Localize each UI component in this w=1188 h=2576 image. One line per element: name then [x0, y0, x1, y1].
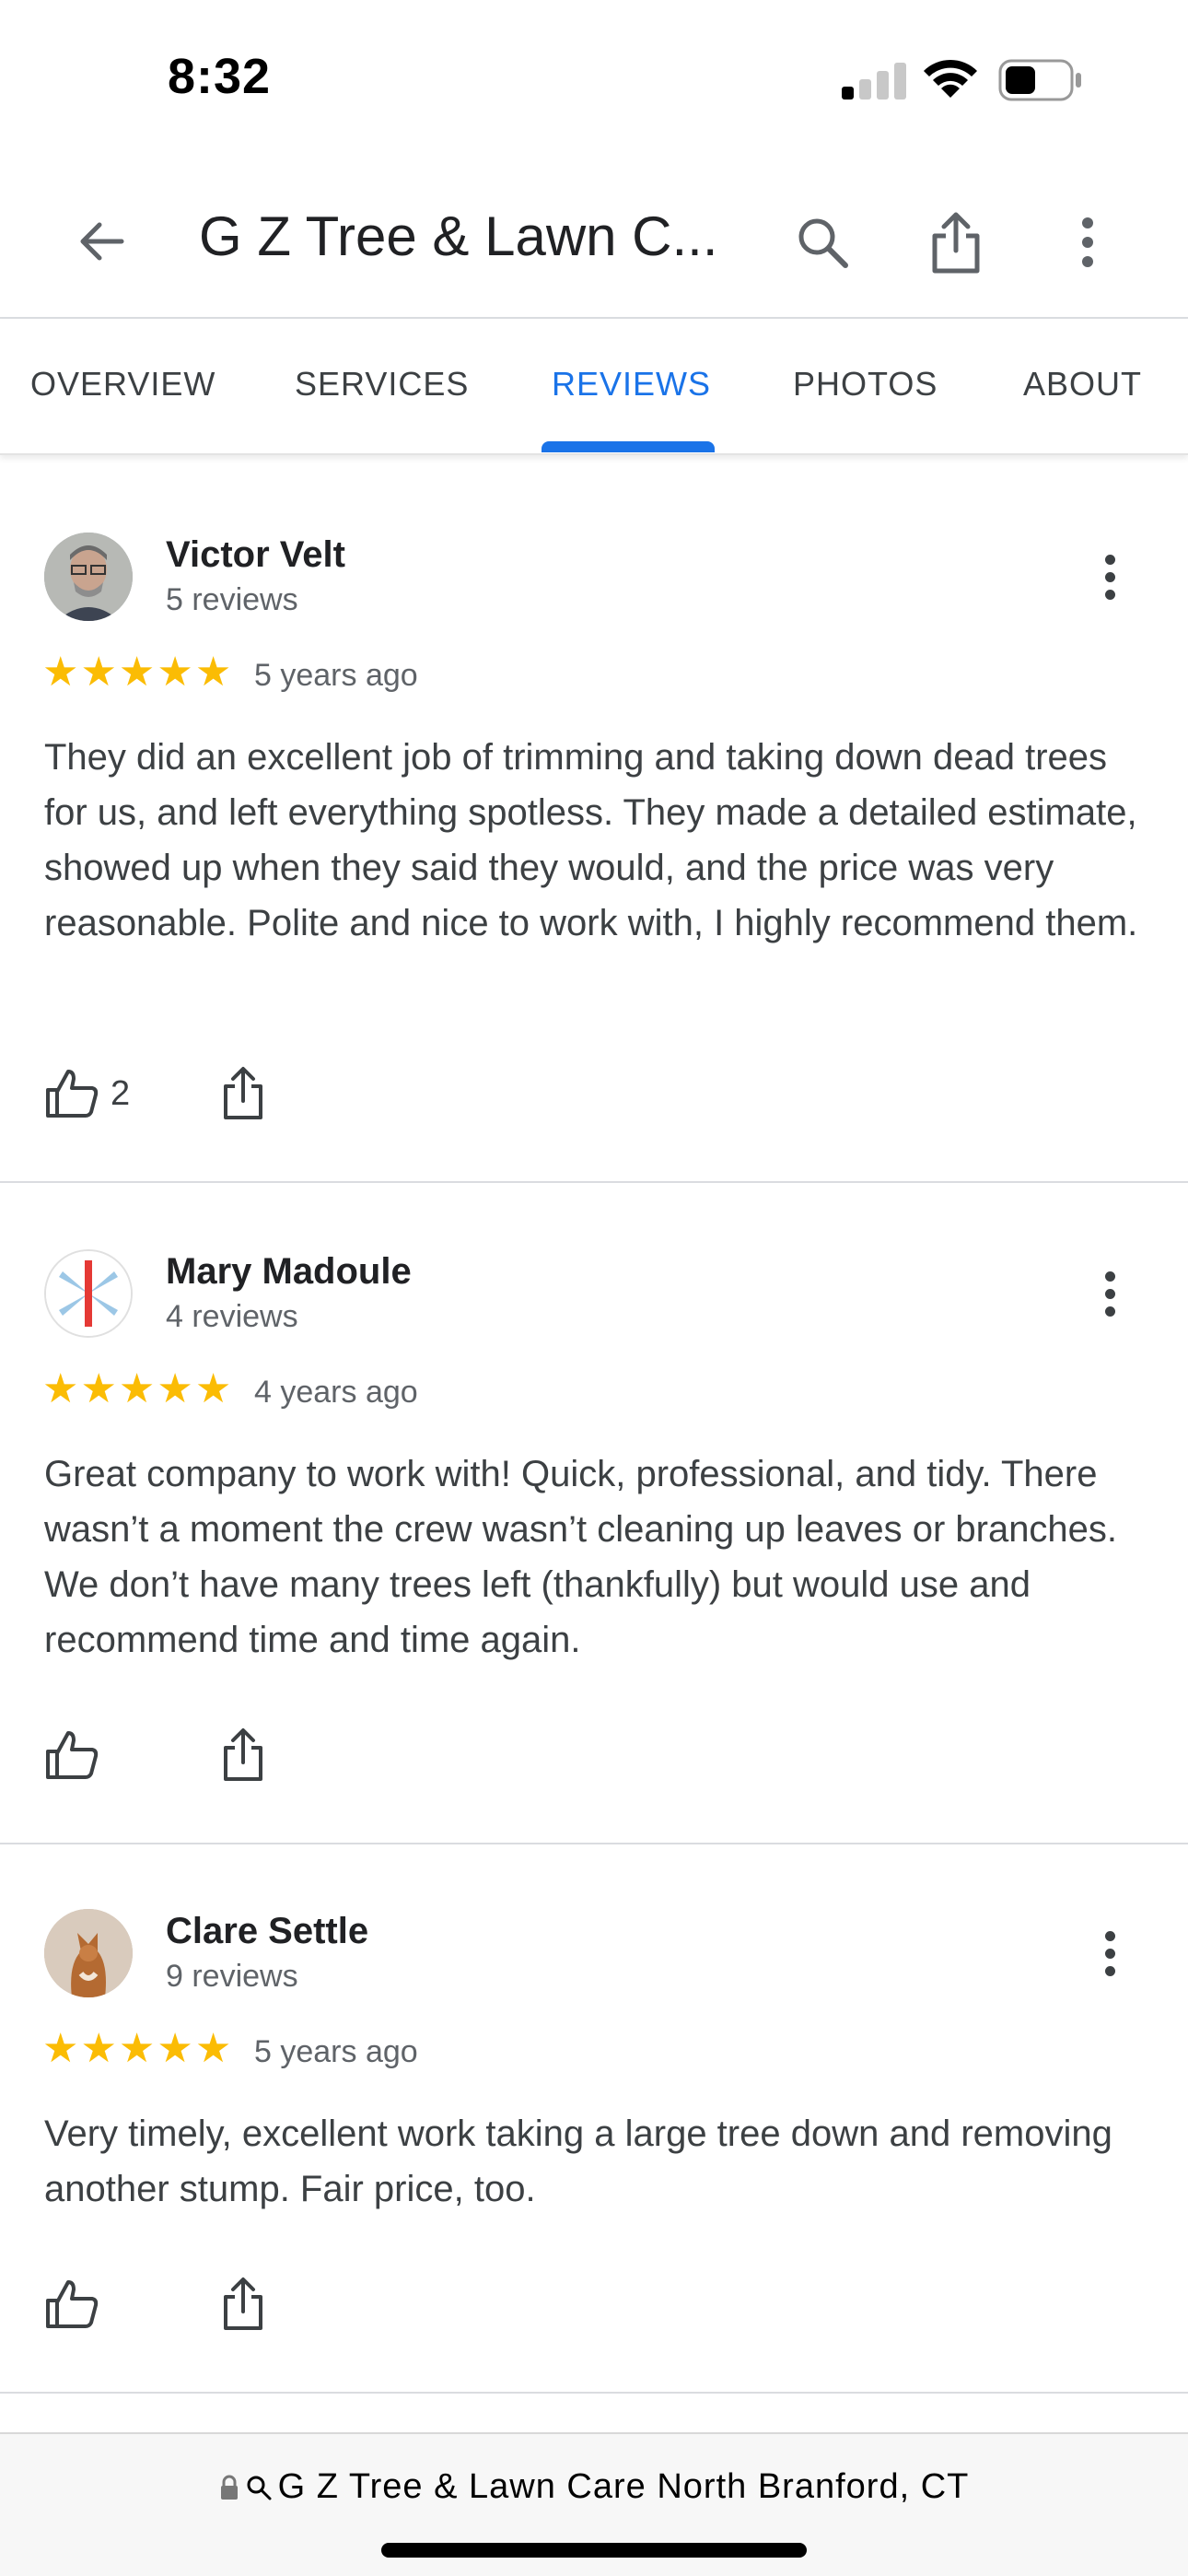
lock-icon [220, 2475, 238, 2500]
status-time: 8:32 [168, 49, 272, 104]
share-icon [932, 212, 980, 274]
divider [0, 1843, 1188, 1844]
search-icon [798, 218, 848, 268]
star-rating: ★ ★ ★ ★ ★ [42, 650, 232, 695]
review-text: They did an excellent job of trimming an… [44, 737, 1138, 943]
tab-about[interactable]: ABOUT [1023, 365, 1142, 404]
search-button[interactable] [781, 201, 864, 284]
reviewer-name[interactable]: Mary Madoule [166, 1251, 412, 1293]
thumb-up-icon [46, 2280, 99, 2328]
avatar[interactable] [44, 533, 133, 621]
share-review-button[interactable] [221, 1061, 265, 1126]
review-count: 5 reviews [166, 582, 298, 617]
divider [0, 1181, 1188, 1183]
divider [0, 2392, 1188, 2394]
signal-icon [842, 61, 906, 100]
review-text: Great company to work with! Quick, profe… [44, 1454, 1118, 1660]
search-icon [247, 2476, 272, 2500]
review-more-button[interactable] [1087, 1257, 1133, 1330]
like-count: 2 [111, 1073, 131, 1113]
review-date: 5 years ago [254, 2034, 418, 2069]
browser-url-bar[interactable]: G Z Tree & Lawn Care North Branford, CT [0, 2432, 1188, 2576]
back-arrow-icon [80, 222, 124, 261]
avatar[interactable] [44, 1909, 133, 1997]
thumb-up-icon [46, 1070, 99, 1118]
more-options-button[interactable] [1046, 201, 1129, 284]
reviewer-name[interactable]: Clare Settle [166, 1911, 368, 1952]
share-icon [224, 2277, 262, 2330]
tab-photos[interactable]: PHOTOS [793, 365, 938, 404]
more-vert-icon [1082, 217, 1093, 267]
tab-services[interactable]: SERVICES [295, 365, 469, 404]
reviewer-name[interactable]: Victor Velt [166, 534, 345, 576]
share-button[interactable] [914, 201, 997, 284]
like-button[interactable] [44, 2272, 111, 2336]
like-button[interactable] [44, 1723, 111, 1787]
star-rating: ★ ★ ★ ★ ★ [42, 1366, 232, 1411]
share-icon [224, 1728, 262, 1781]
review-count: 4 reviews [166, 1299, 298, 1334]
wifi-icon [924, 59, 977, 98]
review-date: 4 years ago [254, 1375, 418, 1410]
avatar[interactable] [44, 1249, 133, 1338]
url-content: G Z Tree & Lawn Care North Branford, CT [0, 2467, 1188, 2507]
url-text: G Z Tree & Lawn Care North Branford, CT [277, 2467, 970, 2506]
review-more-button[interactable] [1087, 1916, 1133, 1990]
page-title: G Z Tree & Lawn C... [199, 205, 718, 267]
star-rating: ★ ★ ★ ★ ★ [42, 2026, 232, 2071]
review-date: 5 years ago [254, 658, 418, 693]
like-button[interactable]: 2 [44, 1061, 130, 1126]
status-bar: 8:32 [0, 0, 1188, 157]
tab-overview[interactable]: OVERVIEW [30, 365, 215, 404]
back-button[interactable] [64, 205, 138, 278]
share-review-button[interactable] [221, 1723, 265, 1787]
home-indicator[interactable] [381, 2543, 807, 2558]
active-tab-indicator [542, 441, 715, 452]
tab-reviews[interactable]: REVIEWS [552, 365, 711, 404]
thumb-up-icon [46, 1731, 99, 1779]
review-more-button[interactable] [1087, 540, 1133, 614]
review-text: Very timely, excellent work taking a lar… [44, 2113, 1112, 2209]
tab-bar: OVERVIEW SERVICES REVIEWS PHOTOS ABOUT [0, 319, 1188, 455]
share-review-button[interactable] [221, 2272, 265, 2336]
battery-icon [998, 59, 1081, 101]
share-icon [224, 1067, 262, 1119]
app-header: G Z Tree & Lawn C... [0, 157, 1188, 319]
review-count: 9 reviews [166, 1959, 298, 1994]
